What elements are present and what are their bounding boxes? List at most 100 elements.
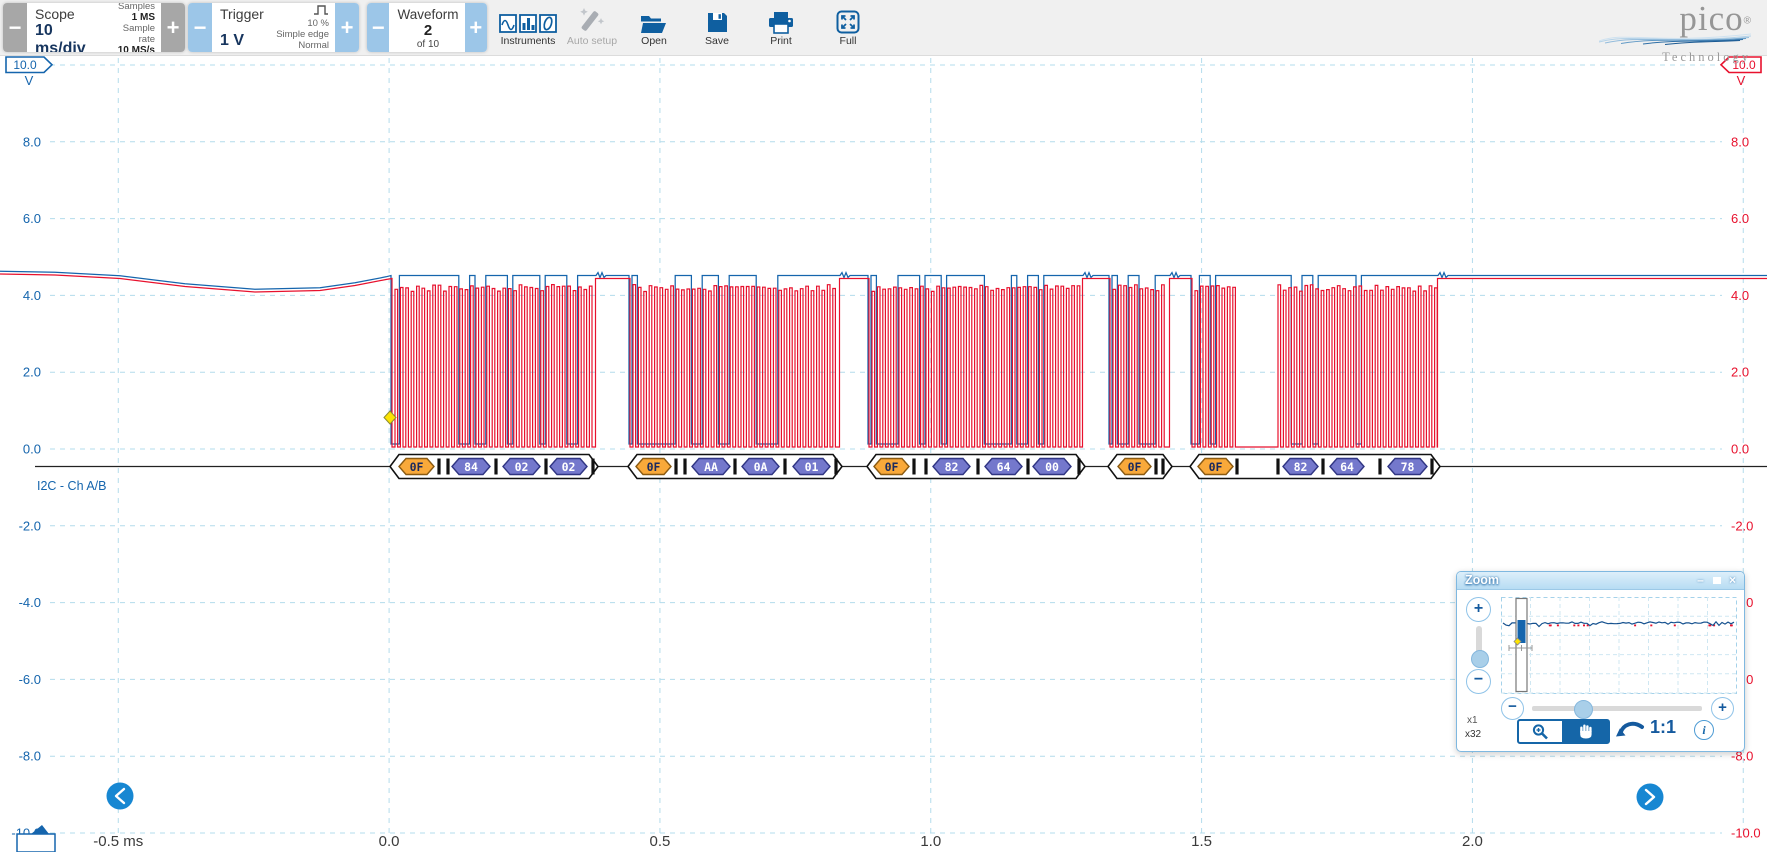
zoom-horizontal-out-button[interactable]: − [1501,697,1524,720]
zoom-maximize-button[interactable] [1710,573,1723,588]
scope-decrease-button[interactable]: − [3,3,27,52]
auto-setup-icon [563,4,621,34]
i2c-byte-value: 0F [885,460,899,474]
waveform-next-button[interactable]: + [465,3,487,52]
time-axis-tick: 1.5 [1191,833,1212,850]
i2c-byte-value: 82 [1294,460,1308,474]
axis-scroll-marker-box[interactable] [17,834,55,852]
time-axis-tick: -0.5 ms [93,833,143,850]
i2c-ack-bar [976,459,979,475]
trigger-decrease-button[interactable]: − [188,3,212,52]
left-axis-tick: -6.0 [19,672,41,687]
zoom-horizontal-slider-track[interactable] [1532,706,1702,711]
i2c-ack-bar [783,459,786,475]
trigger-percent: 10 % [276,18,329,29]
left-axis-unit: V [25,73,34,88]
i2c-ack-bar [674,459,677,475]
trigger-marker-diamond[interactable] [384,411,396,424]
sample-rate-label: Sample rate [105,23,155,45]
auto-setup-button[interactable]: Auto setup [563,4,621,47]
scope-title[interactable]: Scope [35,6,105,22]
trigger-edge-type: Simple edge [276,29,329,40]
i2c-byte-value: 0F [1128,460,1142,474]
i2c-byte-value: 0F [410,460,424,474]
scroll-left-button[interactable] [107,783,134,810]
sample-rate-value: 10 MS/s [105,45,155,53]
instruments-button[interactable]: Instruments [496,4,560,47]
trigger-mode: Normal [276,40,329,51]
right-axis-tick: 2.0 [1731,365,1749,380]
zoom-scale-top-label: x1 [1467,715,1478,726]
i2c-ack-bar [924,459,927,475]
zoom-vertical-in-button[interactable]: + [1466,597,1491,622]
decode-channel-label: I2C - Ch A/B [37,479,106,493]
i2c-ack-bar [733,459,736,475]
zoom-horizontal-slider-thumb[interactable] [1574,700,1593,719]
zoom-undo-button[interactable] [1615,720,1645,744]
time-axis-tick: 0.5 [650,833,671,850]
trigger-increase-button[interactable]: + [335,3,359,52]
left-axis-tick: 0.0 [23,442,41,457]
picoscope-app: { "app": {"title": "PicoScope"}, "toolba… [0,0,1767,852]
trigger-title[interactable]: Trigger [220,6,264,22]
zoom-close-button[interactable]: × [1726,573,1739,588]
i2c-ack-bar [1077,459,1080,475]
full-screen-button[interactable]: Full [822,4,874,47]
time-axis-tick: 0.0 [379,833,400,850]
zoom-vertical-out-button[interactable]: − [1466,669,1491,694]
i2c-byte-value: 0F [1209,460,1223,474]
zoom-vertical-slider-thumb[interactable] [1471,650,1489,668]
time-axis-tick: 2.0 [1462,833,1483,850]
open-button[interactable]: Open [627,4,681,47]
zoom-minimize-button[interactable]: – [1694,573,1707,588]
scope-increase-button[interactable]: + [161,3,185,52]
waveform-panel: − Waveform 2 of 10 + [367,3,487,52]
zoom-magnifier-tool-button[interactable] [1517,719,1564,744]
right-axis-tick: -10.0 [1731,826,1761,841]
toolbar: − Scope 10 ms/div Samples 1 MS Sample ra… [0,0,1767,56]
i2c-ack-bar [1154,459,1157,475]
zoom-info-button[interactable]: i [1694,720,1714,740]
scope-panel: − Scope 10 ms/div Samples 1 MS Sample ra… [3,3,185,52]
zoom-pan-tool-button[interactable] [1562,719,1610,744]
i2c-ack-bar [1235,459,1238,475]
samples-label: Samples [105,3,155,12]
left-axis-tick: -2.0 [19,518,41,533]
left-axis-tick: 2.0 [23,365,41,380]
channel-b-trace [0,274,1767,447]
left-axis-tag-value: 10.0 [13,58,37,72]
waveform-count: of 10 [417,39,439,50]
trigger-edge-icon [313,5,329,18]
print-icon [756,4,806,34]
print-button[interactable]: Print [756,4,806,47]
right-axis-tick: 4.0 [1731,288,1749,303]
waveform-previous-button[interactable]: − [367,3,389,52]
save-button[interactable]: Save [693,4,741,47]
i2c-byte-value: 02 [515,460,529,474]
trigger-level-value[interactable]: 1 V [220,32,264,50]
right-axis-tick: 0.0 [1731,442,1749,457]
zoom-overview-chart[interactable] [1501,597,1737,694]
scroll-right-button[interactable] [1637,784,1664,811]
i2c-ack-bar [834,459,837,475]
i2c-byte-value: 84 [464,460,478,474]
logo-waves [1581,28,1751,50]
undo-arrow-icon [1615,720,1645,739]
i2c-byte-value: AA [704,460,718,474]
i2c-byte-value: 78 [1401,460,1415,474]
right-axis-unit: V [1737,73,1746,88]
logo-trademark: ® [1744,16,1751,27]
zoom-scale-bottom-label: x32 [1465,729,1481,740]
right-axis-tick: -2.0 [1731,518,1753,533]
scope-timebase-value[interactable]: 10 ms/div [35,22,105,52]
i2c-ack-bar [1026,459,1029,475]
zoom-ratio-button[interactable]: 1:1 [1650,717,1676,738]
hand-pan-icon [1577,723,1595,740]
zoom-horizontal-in-button[interactable]: + [1711,697,1734,720]
i2c-byte-value: 0A [754,460,768,474]
time-axis-tick: 1.0 [920,833,941,850]
i2c-ack-bar [544,459,547,475]
left-axis-tick: -8.0 [19,749,41,764]
left-axis-tick: 6.0 [23,211,41,226]
i2c-byte-value: 00 [1045,460,1059,474]
